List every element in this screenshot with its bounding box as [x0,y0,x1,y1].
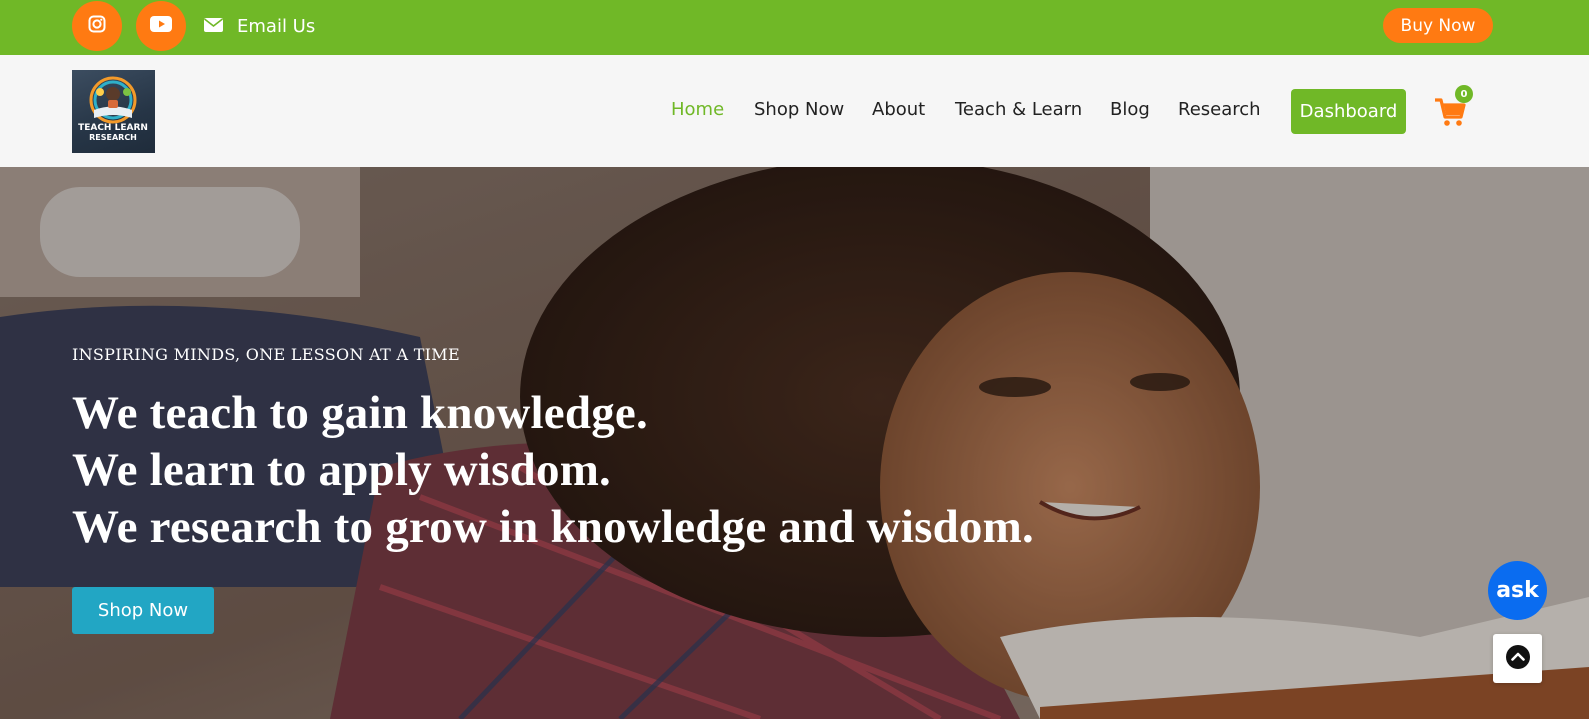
nav-research[interactable]: Research [1178,99,1261,120]
cart-icon [1433,98,1467,133]
buy-now-button[interactable]: Buy Now [1383,8,1493,43]
youtube-button[interactable] [136,1,186,51]
nav-blog[interactable]: Blog [1110,99,1150,120]
main-nav: Home Shop Now About Teach & Learn Blog R… [0,55,1589,167]
email-us-link[interactable]: Email Us [204,13,315,39]
email-us-label: Email Us [237,15,316,37]
hero-kicker: INSPIRING MINDS, ONE LESSON AT A TIME [72,345,460,364]
envelope-icon [204,16,223,37]
cart-count-badge: 0 [1455,85,1473,103]
nav-teach-learn[interactable]: Teach & Learn [955,99,1082,120]
hero-shop-now-button[interactable]: Shop Now [72,587,214,634]
instagram-icon [88,15,106,37]
instagram-button[interactable] [72,1,122,51]
scroll-to-top-button[interactable] [1493,634,1542,683]
nav-home[interactable]: Home [671,99,724,120]
site-header: TEACH LEARN RESEARCH Home Shop Now About… [0,55,1589,167]
hero-headline-line-3: We research to grow in knowledge and wis… [72,501,1034,553]
chevron-up-icon [1505,644,1530,673]
dashboard-button[interactable]: Dashboard [1291,89,1406,134]
top-bar: Email Us Buy Now [0,0,1589,55]
ask-chat-button[interactable]: ask [1488,561,1547,620]
nav-shop-now[interactable]: Shop Now [754,99,844,120]
youtube-icon [150,16,172,36]
hero-headline-line-2: We learn to apply wisdom. [72,444,612,496]
hero-headline-line-1: We teach to gain knowledge. [72,387,648,439]
nav-about[interactable]: About [872,99,925,120]
hero-section: INSPIRING MINDS, ONE LESSON AT A TIME We… [0,167,1589,719]
